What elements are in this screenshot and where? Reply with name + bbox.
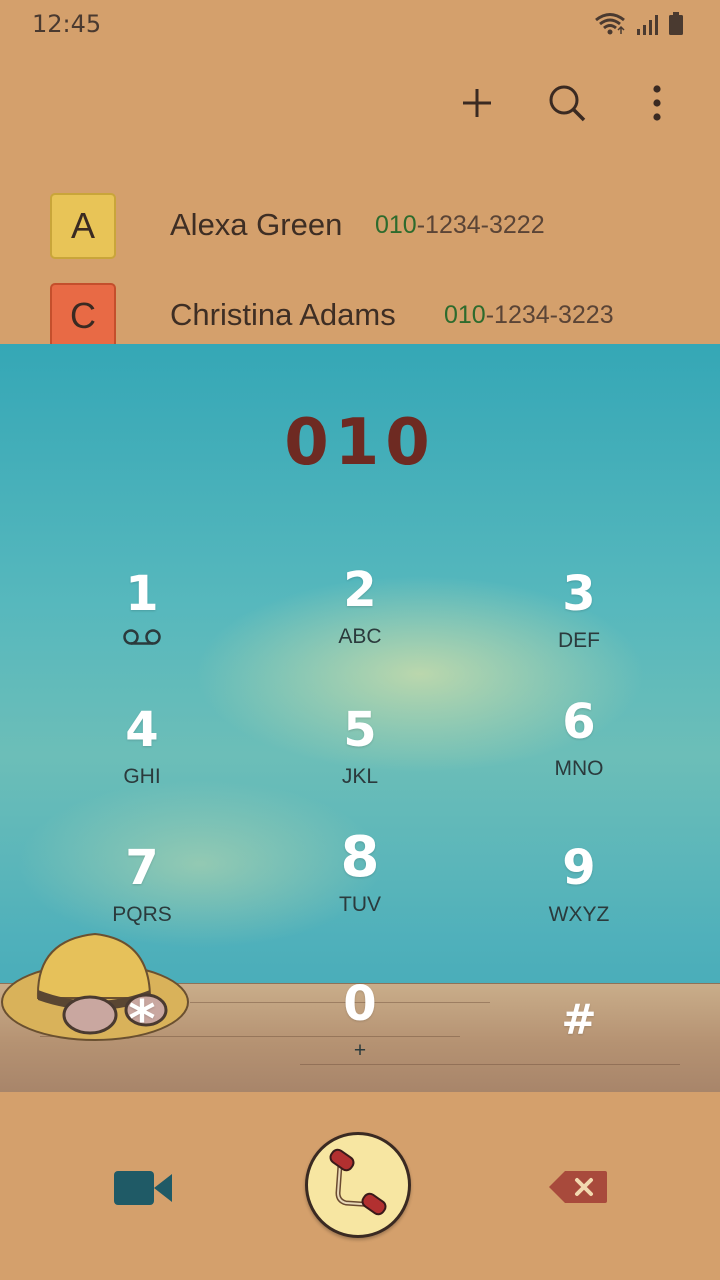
search-button[interactable] <box>544 80 590 126</box>
more-vert-icon <box>653 85 661 121</box>
number-match: 010 <box>444 301 486 329</box>
key-letters: DEF <box>558 629 600 652</box>
contact-row[interactable]: A Alexa Green 010-1234-3222 <box>0 193 720 273</box>
dialpad-panel: 010 1 2 ABC 3 DEF 4 GHI 5 JKL 6 MNO 7 PQ… <box>0 344 720 1092</box>
backspace-icon <box>549 1171 607 1203</box>
contact-number: 010-1234-3223 <box>444 301 614 330</box>
more-options-button[interactable] <box>634 80 680 126</box>
dial-key-9[interactable]: 9 WXYZ <box>479 840 679 950</box>
dial-key-4[interactable]: 4 GHI <box>42 702 242 812</box>
dial-key-7[interactable]: 7 PQRS <box>42 840 242 950</box>
top-toolbar <box>454 80 680 126</box>
plus-icon <box>463 89 491 117</box>
key-digit: 0 <box>343 976 377 1032</box>
key-digit: 5 <box>343 702 377 758</box>
key-letters: + <box>353 1039 367 1062</box>
dial-key-5[interactable]: 5 JKL <box>260 702 460 812</box>
key-digit: * <box>128 990 156 1050</box>
number-match: 010 <box>375 211 417 239</box>
wifi-icon <box>594 12 626 40</box>
status-time: 12:45 <box>32 10 102 38</box>
phone-handset-icon <box>329 1148 387 1216</box>
search-icon <box>549 85 586 122</box>
video-call-button[interactable] <box>108 1160 178 1216</box>
dial-key-3[interactable]: 3 DEF <box>479 566 679 676</box>
video-camera-icon <box>114 1171 172 1205</box>
key-digit: 6 <box>562 694 596 750</box>
key-digit: # <box>561 995 597 1044</box>
status-icons <box>594 12 684 40</box>
key-letters: TUV <box>339 893 381 916</box>
dial-key-star[interactable]: * <box>42 992 242 1092</box>
key-letters: JKL <box>341 765 379 788</box>
add-contact-button[interactable] <box>454 80 500 126</box>
dialed-number: 010 <box>284 406 436 480</box>
dial-key-6[interactable]: 6 MNO <box>479 694 679 804</box>
contact-avatar: A <box>50 193 116 259</box>
key-digit: 4 <box>125 702 159 758</box>
contact-name: Christina Adams <box>170 297 396 332</box>
battery-icon <box>668 12 684 40</box>
key-letters: WXYZ <box>548 903 610 926</box>
key-digit: 2 <box>343 562 377 618</box>
number-rest: -1234-3223 <box>485 301 614 329</box>
key-digit: 7 <box>125 840 159 896</box>
dial-key-8[interactable]: 8 TUV <box>260 830 460 940</box>
dial-key-hash[interactable]: # <box>479 992 679 1092</box>
key-letters: PQRS <box>112 903 172 926</box>
key-letters: GHI <box>123 765 161 788</box>
dial-key-2[interactable]: 2 ABC <box>260 562 460 672</box>
backspace-button[interactable] <box>546 1162 610 1212</box>
dial-key-1[interactable]: 1 <box>42 566 242 676</box>
key-digit: 3 <box>562 566 596 622</box>
key-letters: ABC <box>338 625 382 648</box>
dial-key-0[interactable]: 0 + <box>260 976 460 1086</box>
signal-icon <box>636 14 658 40</box>
contact-name: Alexa Green <box>170 207 343 242</box>
call-button[interactable] <box>305 1132 411 1238</box>
key-digit: 1 <box>125 566 159 622</box>
number-rest: -1234-3222 <box>416 211 545 239</box>
contact-avatar: C <box>50 283 116 349</box>
avatar-initial: A <box>70 205 95 246</box>
key-letters: MNO <box>554 757 604 780</box>
status-bar: 12:45 <box>0 0 720 50</box>
key-digit: 8 <box>340 825 380 890</box>
voicemail-icon <box>122 628 162 650</box>
avatar-initial: C <box>70 295 96 336</box>
contact-number: 010-1234-3222 <box>375 211 545 240</box>
key-digit: 9 <box>562 840 596 896</box>
